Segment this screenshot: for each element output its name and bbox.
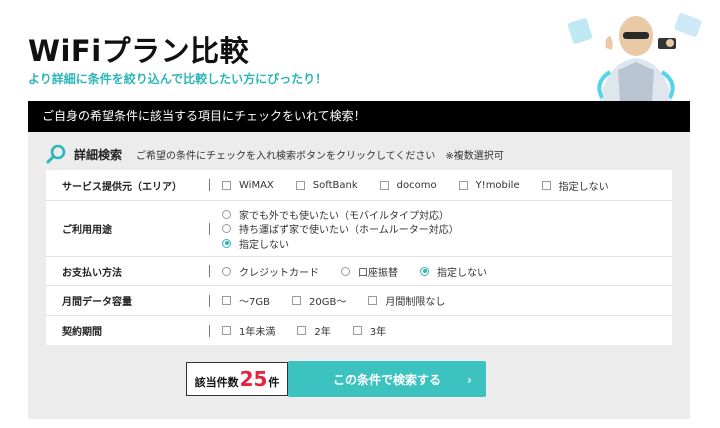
page-subtitle: より詳細に条件を絞り込んで比較したい方にぴったり！: [28, 72, 328, 86]
mascot-illustration: [567, 13, 702, 102]
checkbox-box[interactable]: [458, 180, 468, 190]
detail-search-description: ご希望の条件にチェックを入れ検索ボタンをクリックしてください ※複数選択可: [136, 150, 504, 162]
filter-label-data: 月間データ容量: [62, 297, 132, 308]
search-icon: [46, 144, 66, 164]
row-divider: [209, 222, 210, 235]
filter-row-data: 月間データ容量 ～7GB 20GB～ 月間制限なし: [46, 286, 672, 316]
checkbox-box[interactable]: [222, 296, 231, 305]
checkbox-ymobile[interactable]: Y!mobile: [458, 180, 520, 191]
checkbox-wimax[interactable]: WiMAX: [222, 180, 274, 191]
checkbox-term-3y[interactable]: 3年: [352, 323, 386, 338]
filter-label-payment: お支払い方法: [62, 267, 122, 279]
detail-search-label: 詳細検索: [74, 147, 123, 162]
filter-label-provider: サービス提供元（エリア）: [62, 181, 182, 193]
radio-circle[interactable]: [222, 209, 231, 219]
filter-label-usage: ご利用用途: [62, 225, 112, 236]
filter-form: サービス提供元（エリア） WiMAX SoftBank docomo Y!mob…: [46, 170, 672, 345]
radio-payment-none[interactable]: 指定しない: [420, 264, 487, 279]
radio-payment-bank[interactable]: 口座振替: [341, 264, 398, 279]
checkbox-docomo[interactable]: docomo: [379, 180, 437, 191]
radio-usage-mobile[interactable]: 家でも外でも使いたい（モバイルタイプ対応）: [222, 207, 449, 222]
radio-circle[interactable]: [222, 224, 231, 233]
checkbox-box[interactable]: [222, 180, 231, 190]
checkbox-box[interactable]: [297, 326, 307, 335]
row-divider: [209, 294, 210, 307]
detail-search-header: 詳細検索 ご希望の条件にチェックを入れ検索ボタンをクリックしてください ※複数選…: [46, 143, 504, 165]
checkbox-softbank[interactable]: SoftBank: [295, 180, 358, 191]
radio-circle[interactable]: [222, 266, 231, 276]
instruction-banner: ご自身の希望条件に該当する項目にチェックをいれて検索！: [28, 101, 690, 132]
filter-row-usage: ご利用用途 家でも外でも使いたい（モバイルタイプ対応） 持ち運ばず家で使いたい（…: [46, 201, 672, 257]
checkbox-data-7gb[interactable]: ～7GB: [222, 293, 270, 308]
checkbox-provider-none[interactable]: 指定しない: [541, 178, 609, 193]
checkbox-box[interactable]: [541, 180, 551, 190]
term-options: 1年未満 2年 3年: [222, 323, 408, 338]
radio-usage-home[interactable]: 持ち運ばず家で使いたい（ホームルーター対応）: [222, 221, 459, 236]
checkbox-data-unlimited[interactable]: 月間制限なし: [368, 293, 445, 308]
result-count-number: 25: [239, 367, 268, 391]
provider-options: WiMAX SoftBank docomo Y!mobile 指定しない: [222, 178, 631, 193]
search-submit-label: この条件で検索する: [332, 372, 441, 387]
checkbox-data-20gb[interactable]: 20GB～: [291, 293, 346, 308]
radio-usage-none[interactable]: 指定しない: [222, 236, 289, 251]
result-count-suffix: 件: [268, 376, 280, 389]
radio-circle-selected[interactable]: [222, 238, 231, 248]
result-count-prefix: 該当件数: [194, 376, 239, 389]
page-title: WiFiプラン比較: [28, 34, 250, 68]
checkbox-term-2y[interactable]: 2年: [297, 323, 331, 338]
usage-options: 家でも外でも使いたい（モバイルタイプ対応） 持ち運ばず家で使いたい（ホームルータ…: [222, 207, 481, 251]
payment-options: クレジットカード 口座振替 指定しない: [222, 264, 509, 279]
radio-payment-credit[interactable]: クレジットカード: [222, 264, 319, 279]
checkbox-box[interactable]: [295, 180, 305, 190]
chevron-right-icon: ›: [467, 373, 472, 387]
checkbox-box[interactable]: [291, 296, 301, 305]
row-divider: [209, 324, 210, 337]
checkbox-term-under1[interactable]: 1年未満: [222, 323, 275, 338]
data-options: ～7GB 20GB～ 月間制限なし: [222, 293, 467, 308]
search-submit-button[interactable]: この条件で検索する ›: [288, 361, 486, 397]
checkbox-box[interactable]: [379, 180, 389, 190]
checkbox-box[interactable]: [352, 326, 362, 335]
radio-circle-selected[interactable]: [420, 266, 429, 276]
filter-label-term: 契約期間: [62, 327, 102, 338]
filter-row-payment: お支払い方法 クレジットカード 口座振替 指定しない: [46, 257, 672, 286]
radio-circle[interactable]: [341, 266, 350, 276]
search-panel: ご自身の希望条件に該当する項目にチェックをいれて検索！ 詳細検索 ご希望の条件に…: [28, 101, 690, 419]
filter-row-provider: サービス提供元（エリア） WiMAX SoftBank docomo Y!mob…: [46, 170, 672, 201]
row-divider: [209, 265, 210, 277]
row-divider: [209, 179, 210, 191]
result-count-box: 該当件数 25 件: [186, 362, 288, 396]
filter-row-term: 契約期間 1年未満 2年 3年: [46, 316, 672, 345]
checkbox-box[interactable]: [368, 296, 378, 305]
checkbox-box[interactable]: [222, 326, 231, 335]
